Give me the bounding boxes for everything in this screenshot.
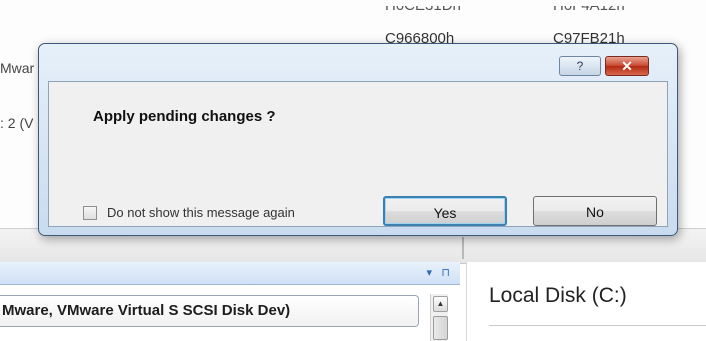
dialog-message: Apply pending changes ? <box>93 108 276 125</box>
panel-menu-icon[interactable]: ▾ <box>426 266 432 279</box>
dialog-body: Apply pending changes ? Do not show this… <box>48 81 668 227</box>
splitter-divider <box>462 237 464 259</box>
yes-button[interactable]: Yes <box>383 196 507 226</box>
volume-title-underline <box>489 325 706 326</box>
background-label-2: : 2 (V <box>0 115 34 131</box>
panel-dock-icon[interactable]: ⊓ <box>441 266 450 279</box>
dont-show-again-label[interactable]: Do not show this message again <box>107 205 295 220</box>
close-button[interactable]: ✕ <box>605 56 649 76</box>
background-label-1: Mwar <box>0 60 35 76</box>
confirm-dialog: ? ✕ Apply pending changes ? Do not show … <box>38 43 678 236</box>
disk-list-item-label: Mware, VMware Virtual S SCSI Disk Dev) <box>2 302 291 319</box>
scroll-up-icon[interactable]: ▲ <box>433 296 448 312</box>
volume-panel: Local Disk (C:) <box>466 262 706 341</box>
scroll-thumb[interactable] <box>433 316 448 340</box>
hex-value-partial-2: H0F4A12h <box>553 0 625 14</box>
disk-list-panel: ▾ ⊓ Mware, VMware Virtual S SCSI Disk De… <box>0 262 460 341</box>
volume-title: Local Disk (C:) <box>489 284 627 307</box>
panel-header: ▾ ⊓ <box>0 262 460 285</box>
hex-value-partial-1: H0CE31Dh <box>385 0 461 14</box>
dont-show-again-checkbox[interactable] <box>83 206 97 220</box>
help-button[interactable]: ? <box>559 56 601 76</box>
disk-list-item[interactable]: Mware, VMware Virtual S SCSI Disk Dev) <box>0 295 419 327</box>
no-button[interactable]: No <box>533 196 657 226</box>
vertical-scrollbar[interactable]: ▲ <box>430 294 448 341</box>
